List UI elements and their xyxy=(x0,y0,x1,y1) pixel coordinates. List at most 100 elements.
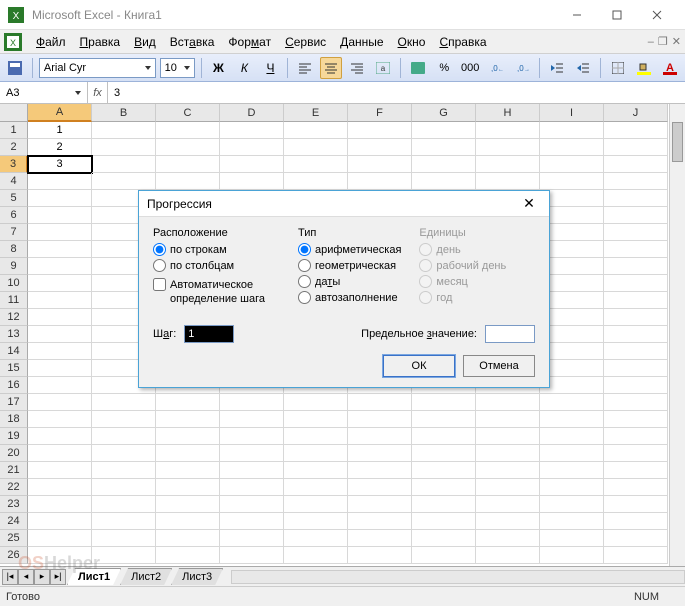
radio-autofill[interactable] xyxy=(298,291,311,304)
cell-G1[interactable] xyxy=(412,122,476,139)
cell-A22[interactable] xyxy=(28,479,92,496)
row-header-7[interactable]: 7 xyxy=(0,224,28,241)
row-header-13[interactable]: 13 xyxy=(0,326,28,343)
cell-I18[interactable] xyxy=(540,411,604,428)
cell-I3[interactable] xyxy=(540,156,604,173)
comma-button[interactable]: 000 xyxy=(459,57,481,79)
col-header-A[interactable]: A xyxy=(28,104,92,122)
cell-A15[interactable] xyxy=(28,360,92,377)
cell-D3[interactable] xyxy=(220,156,284,173)
cell-E4[interactable] xyxy=(284,173,348,190)
menu-edit[interactable]: Правка xyxy=(74,33,127,51)
cell-D18[interactable] xyxy=(220,411,284,428)
cell-E19[interactable] xyxy=(284,428,348,445)
cell-A23[interactable] xyxy=(28,496,92,513)
cell-E20[interactable] xyxy=(284,445,348,462)
cell-G24[interactable] xyxy=(412,513,476,530)
cell-I20[interactable] xyxy=(540,445,604,462)
cell-D24[interactable] xyxy=(220,513,284,530)
cell-H26[interactable] xyxy=(476,547,540,564)
menu-file[interactable]: Файл xyxy=(30,33,72,51)
cell-B21[interactable] xyxy=(92,462,156,479)
fx-icon[interactable]: fx xyxy=(88,82,108,103)
cell-D19[interactable] xyxy=(220,428,284,445)
cell-A20[interactable] xyxy=(28,445,92,462)
cell-A18[interactable] xyxy=(28,411,92,428)
font-size-select[interactable]: 10 xyxy=(160,58,195,78)
cell-A7[interactable] xyxy=(28,224,92,241)
radio-by-cols[interactable] xyxy=(153,259,166,272)
doc-close-button[interactable]: ✕ xyxy=(672,35,681,48)
cell-C21[interactable] xyxy=(156,462,220,479)
row-header-11[interactable]: 11 xyxy=(0,292,28,309)
cell-B2[interactable] xyxy=(92,139,156,156)
borders-button[interactable] xyxy=(607,57,629,79)
cell-J26[interactable] xyxy=(604,547,668,564)
row-header-5[interactable]: 5 xyxy=(0,190,28,207)
cell-A2[interactable]: 2 xyxy=(28,139,92,156)
radio-dates[interactable] xyxy=(298,275,311,288)
cell-F17[interactable] xyxy=(348,394,412,411)
select-all-corner[interactable] xyxy=(0,104,28,122)
cell-J8[interactable] xyxy=(604,241,668,258)
cell-B3[interactable] xyxy=(92,156,156,173)
cell-I4[interactable] xyxy=(540,173,604,190)
cell-B20[interactable] xyxy=(92,445,156,462)
cell-C2[interactable] xyxy=(156,139,220,156)
cell-A1[interactable]: 1 xyxy=(28,122,92,139)
menu-window[interactable]: Окно xyxy=(392,33,432,51)
cell-A21[interactable] xyxy=(28,462,92,479)
cell-J20[interactable] xyxy=(604,445,668,462)
cell-A4[interactable] xyxy=(28,173,92,190)
cell-F19[interactable] xyxy=(348,428,412,445)
cell-G21[interactable] xyxy=(412,462,476,479)
cell-H4[interactable] xyxy=(476,173,540,190)
cell-E25[interactable] xyxy=(284,530,348,547)
formula-input[interactable]: 3 xyxy=(108,87,685,99)
cell-I1[interactable] xyxy=(540,122,604,139)
cell-C26[interactable] xyxy=(156,547,220,564)
cell-J6[interactable] xyxy=(604,207,668,224)
cell-F1[interactable] xyxy=(348,122,412,139)
cell-H18[interactable] xyxy=(476,411,540,428)
cell-G23[interactable] xyxy=(412,496,476,513)
cell-D26[interactable] xyxy=(220,547,284,564)
cell-B23[interactable] xyxy=(92,496,156,513)
cell-A16[interactable] xyxy=(28,377,92,394)
cell-G2[interactable] xyxy=(412,139,476,156)
col-header-H[interactable]: H xyxy=(476,104,540,122)
cell-E17[interactable] xyxy=(284,394,348,411)
row-header-8[interactable]: 8 xyxy=(0,241,28,258)
col-header-J[interactable]: J xyxy=(604,104,668,122)
cell-A14[interactable] xyxy=(28,343,92,360)
cell-J4[interactable] xyxy=(604,173,668,190)
cell-G20[interactable] xyxy=(412,445,476,462)
cell-I24[interactable] xyxy=(540,513,604,530)
cell-F18[interactable] xyxy=(348,411,412,428)
cell-D17[interactable] xyxy=(220,394,284,411)
cell-E22[interactable] xyxy=(284,479,348,496)
cell-H22[interactable] xyxy=(476,479,540,496)
cell-E1[interactable] xyxy=(284,122,348,139)
menu-data[interactable]: Данные xyxy=(334,33,389,51)
cell-H24[interactable] xyxy=(476,513,540,530)
col-header-F[interactable]: F xyxy=(348,104,412,122)
cell-F4[interactable] xyxy=(348,173,412,190)
cell-B22[interactable] xyxy=(92,479,156,496)
name-box[interactable]: A3 xyxy=(0,82,88,103)
font-color-button[interactable]: A xyxy=(659,57,681,79)
cell-G17[interactable] xyxy=(412,394,476,411)
cell-J9[interactable] xyxy=(604,258,668,275)
cell-J25[interactable] xyxy=(604,530,668,547)
cell-J19[interactable] xyxy=(604,428,668,445)
cell-D23[interactable] xyxy=(220,496,284,513)
cell-A24[interactable] xyxy=(28,513,92,530)
save-icon[interactable] xyxy=(4,57,26,79)
align-left-button[interactable] xyxy=(294,57,316,79)
fill-color-button[interactable] xyxy=(633,57,655,79)
row-header-3[interactable]: 3 xyxy=(0,156,28,173)
menu-format[interactable]: Формат xyxy=(222,33,277,51)
ok-button[interactable]: ОК xyxy=(383,355,455,377)
cell-F21[interactable] xyxy=(348,462,412,479)
cell-E2[interactable] xyxy=(284,139,348,156)
